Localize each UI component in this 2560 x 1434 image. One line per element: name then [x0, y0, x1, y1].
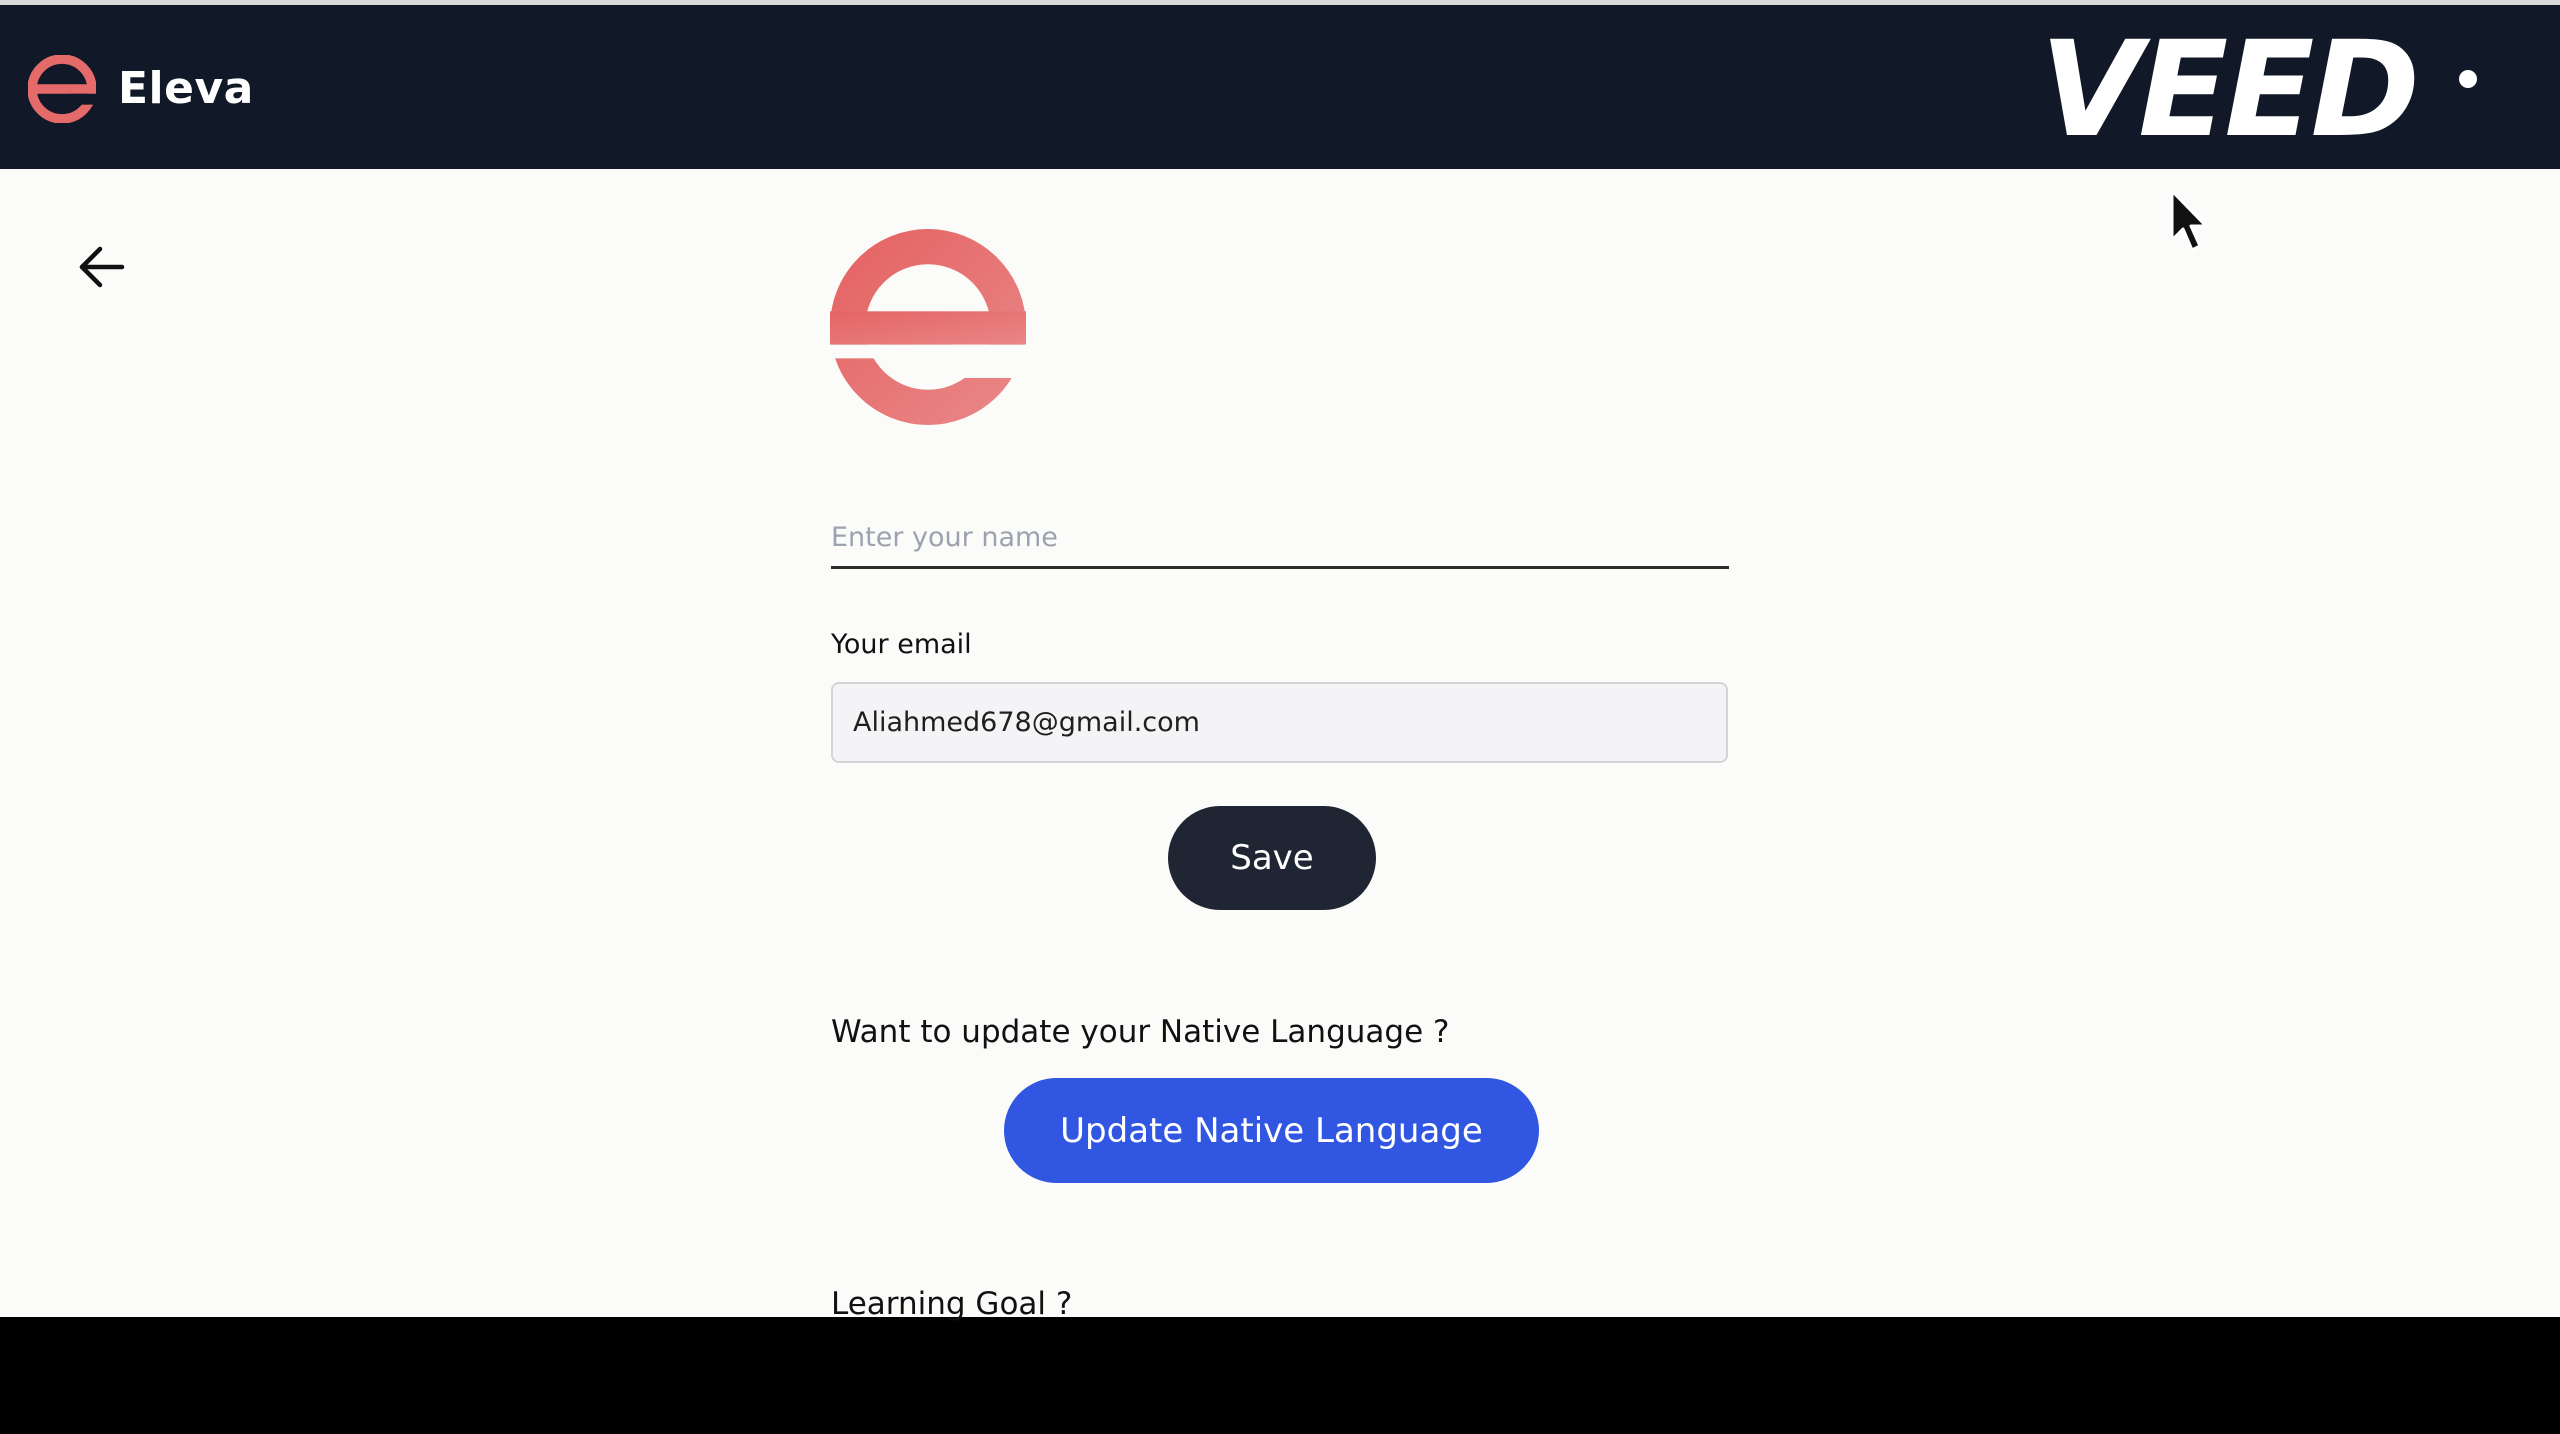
eleva-logo-large — [830, 229, 1026, 425]
name-input[interactable] — [831, 509, 1729, 569]
save-button[interactable]: Save — [1168, 806, 1376, 910]
email-label: Your email — [831, 629, 972, 660]
top-navbar: Eleva VEED — [0, 5, 2560, 169]
app-title[interactable]: Eleva — [118, 63, 254, 114]
eleva-e-logo-icon[interactable] — [28, 55, 96, 123]
learning-goal-label: Learning Goal ? — [831, 1286, 1073, 1322]
update-native-language-button[interactable]: Update Native Language — [1004, 1078, 1539, 1183]
arrow-left-icon[interactable] — [76, 241, 128, 293]
profile-content: Your email Save Want to update your Nati… — [0, 169, 2560, 1322]
veed-watermark: VEED — [2040, 31, 2484, 149]
svg-text:VEED: VEED — [2040, 31, 2416, 149]
mouse-pointer-icon — [2170, 189, 2208, 252]
email-field[interactable] — [831, 682, 1728, 763]
native-language-question: Want to update your Native Language ? — [831, 1014, 1450, 1050]
screen-frame: Eleva VEED Your email Sa — [0, 0, 2560, 1434]
